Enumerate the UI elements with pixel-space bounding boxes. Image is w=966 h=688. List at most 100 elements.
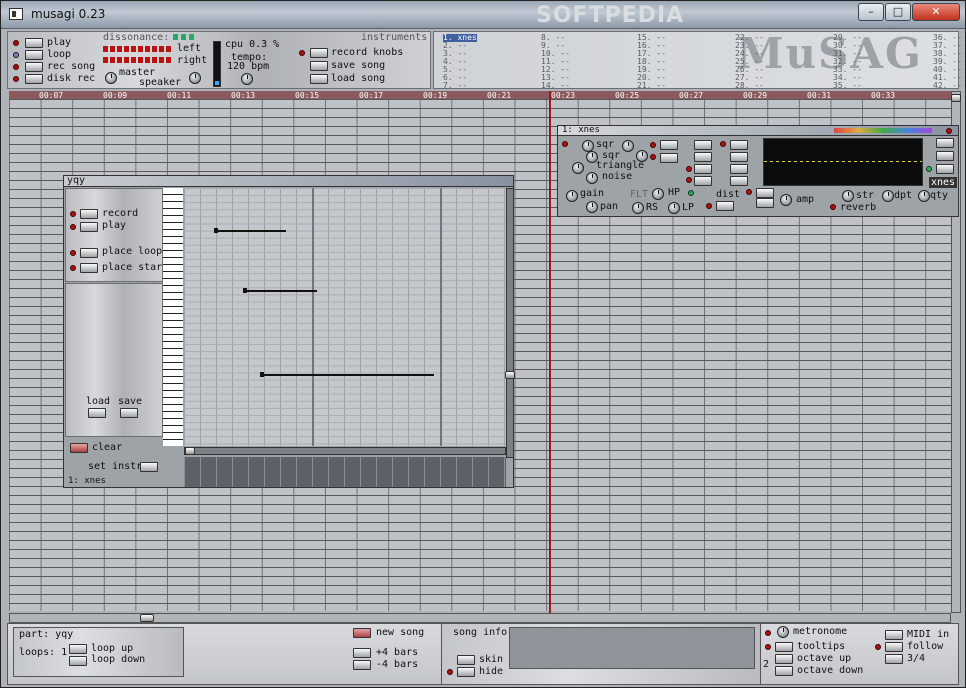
note[interactable] bbox=[214, 228, 286, 233]
hp-led[interactable] bbox=[688, 190, 694, 196]
lp-knob[interactable] bbox=[668, 202, 680, 214]
part-editor-titlebar[interactable]: yqy bbox=[64, 175, 513, 187]
load-song-button[interactable] bbox=[310, 74, 328, 84]
tooltips-button[interactable] bbox=[775, 642, 793, 652]
sqr1-knob-2[interactable] bbox=[622, 140, 634, 152]
xnes-titlebar[interactable]: 1: xnes bbox=[558, 125, 958, 136]
place-start-led bbox=[70, 265, 76, 271]
tempo-knob[interactable] bbox=[241, 73, 253, 85]
place-loop-button[interactable] bbox=[80, 248, 98, 258]
env2-button[interactable] bbox=[730, 176, 748, 186]
osc-button[interactable] bbox=[660, 153, 678, 163]
remove-4-bars-button[interactable] bbox=[353, 660, 371, 670]
new-song-button[interactable] bbox=[353, 628, 371, 638]
amp-button[interactable] bbox=[756, 198, 774, 208]
part-play-button[interactable] bbox=[80, 222, 98, 232]
env-button[interactable] bbox=[694, 176, 712, 186]
env2-button[interactable] bbox=[730, 152, 748, 162]
xnes-side-button[interactable] bbox=[936, 164, 954, 174]
clear-button[interactable] bbox=[70, 443, 88, 453]
playhead[interactable] bbox=[549, 91, 551, 613]
filter-knob[interactable] bbox=[652, 188, 664, 200]
pan-knob[interactable] bbox=[586, 201, 598, 213]
dist-button[interactable] bbox=[716, 201, 734, 211]
instrument-slot[interactable]: 35. -- bbox=[833, 82, 862, 90]
master-volume-knob[interactable] bbox=[105, 72, 117, 84]
maximize-button[interactable]: □ bbox=[885, 3, 911, 21]
record-knobs-button[interactable] bbox=[310, 48, 328, 58]
piano-roll-vscroll[interactable] bbox=[505, 188, 515, 458]
env2-button[interactable] bbox=[730, 140, 748, 150]
place-start-label: place start bbox=[102, 262, 169, 273]
speaker-knob[interactable] bbox=[189, 72, 201, 84]
sqr1-led bbox=[562, 141, 568, 147]
xnes-side-button[interactable] bbox=[936, 138, 954, 148]
rec-song-button[interactable] bbox=[25, 62, 43, 72]
skin-button[interactable] bbox=[457, 655, 475, 665]
minimize-button[interactable]: – bbox=[858, 3, 884, 21]
octave-down-button[interactable] bbox=[775, 666, 793, 676]
cpu-label: cpu 0.3 % bbox=[225, 39, 280, 50]
loop-down-button[interactable] bbox=[69, 656, 87, 666]
str-knob[interactable] bbox=[842, 190, 854, 202]
song-info-textarea[interactable] bbox=[509, 627, 755, 669]
triangle-knob[interactable] bbox=[572, 162, 584, 174]
metronome-knob[interactable] bbox=[777, 626, 789, 638]
horizontal-scrollbar[interactable] bbox=[9, 613, 951, 623]
note[interactable] bbox=[243, 288, 317, 293]
set-instr-button[interactable] bbox=[140, 462, 158, 472]
loop-button[interactable] bbox=[25, 50, 43, 60]
close-button[interactable]: ✕ bbox=[912, 3, 960, 21]
time-sig-button[interactable] bbox=[885, 654, 903, 664]
instrument-slot[interactable]: 28. -- bbox=[735, 82, 764, 90]
rec-song-led bbox=[13, 64, 19, 70]
play-led bbox=[13, 40, 19, 46]
piano-roll-grid[interactable] bbox=[184, 188, 506, 446]
play-button[interactable] bbox=[25, 38, 43, 48]
piano-keyboard[interactable] bbox=[163, 188, 183, 446]
gain-knob[interactable] bbox=[566, 190, 578, 202]
xnes-close-led[interactable] bbox=[946, 128, 952, 134]
env-button[interactable] bbox=[694, 164, 712, 174]
dissonance-label: dissonance: bbox=[103, 32, 170, 43]
amp-label: amp bbox=[796, 194, 815, 205]
instrument-slot[interactable]: 42. -- bbox=[933, 82, 962, 90]
save-song-button[interactable] bbox=[310, 61, 328, 71]
rs-knob[interactable] bbox=[632, 202, 644, 214]
scroll-thumb-h[interactable] bbox=[140, 614, 154, 622]
piano-roll-scroll-thumb[interactable] bbox=[185, 447, 195, 455]
hide-button[interactable] bbox=[457, 667, 475, 677]
disk-rec-button[interactable] bbox=[25, 74, 43, 84]
noise-knob[interactable] bbox=[586, 172, 598, 184]
note[interactable] bbox=[260, 372, 434, 377]
dist-led bbox=[706, 203, 712, 209]
part-record-button[interactable] bbox=[80, 209, 98, 219]
instrument-slot[interactable]: 14. -- bbox=[541, 82, 570, 90]
app-window: musagi 0.23 SOFTPEDIA – □ ✕ play loop re… bbox=[0, 0, 966, 688]
env-button[interactable] bbox=[694, 152, 712, 162]
place-start-button[interactable] bbox=[80, 263, 98, 273]
part-file-panel bbox=[65, 283, 163, 437]
env2-button[interactable] bbox=[730, 164, 748, 174]
piano-roll-vscroll-thumb[interactable] bbox=[505, 371, 515, 379]
env-button[interactable] bbox=[694, 140, 712, 150]
amp-button[interactable] bbox=[756, 188, 774, 198]
instrument-slot[interactable]: 21. -- bbox=[637, 82, 666, 90]
octave-up-button[interactable] bbox=[775, 654, 793, 664]
scroll-thumb-v[interactable] bbox=[951, 94, 961, 102]
part-save-button[interactable] bbox=[120, 408, 138, 418]
loop-up-button[interactable] bbox=[69, 644, 87, 654]
xnes-side-button[interactable] bbox=[936, 151, 954, 161]
add-4-bars-button[interactable] bbox=[353, 648, 371, 658]
qty-knob[interactable] bbox=[918, 190, 930, 202]
midi-in-button[interactable] bbox=[885, 630, 903, 640]
osc-button[interactable] bbox=[660, 140, 678, 150]
piano-roll-hscroll[interactable] bbox=[184, 447, 506, 455]
velocity-lane[interactable] bbox=[184, 457, 506, 487]
dpt-knob[interactable] bbox=[882, 190, 894, 202]
reverb-led[interactable] bbox=[830, 204, 836, 210]
instrument-slot[interactable]: 7. -- bbox=[443, 82, 477, 90]
follow-button[interactable] bbox=[885, 642, 903, 652]
amp-knob[interactable] bbox=[780, 194, 792, 206]
part-load-button[interactable] bbox=[88, 408, 106, 418]
